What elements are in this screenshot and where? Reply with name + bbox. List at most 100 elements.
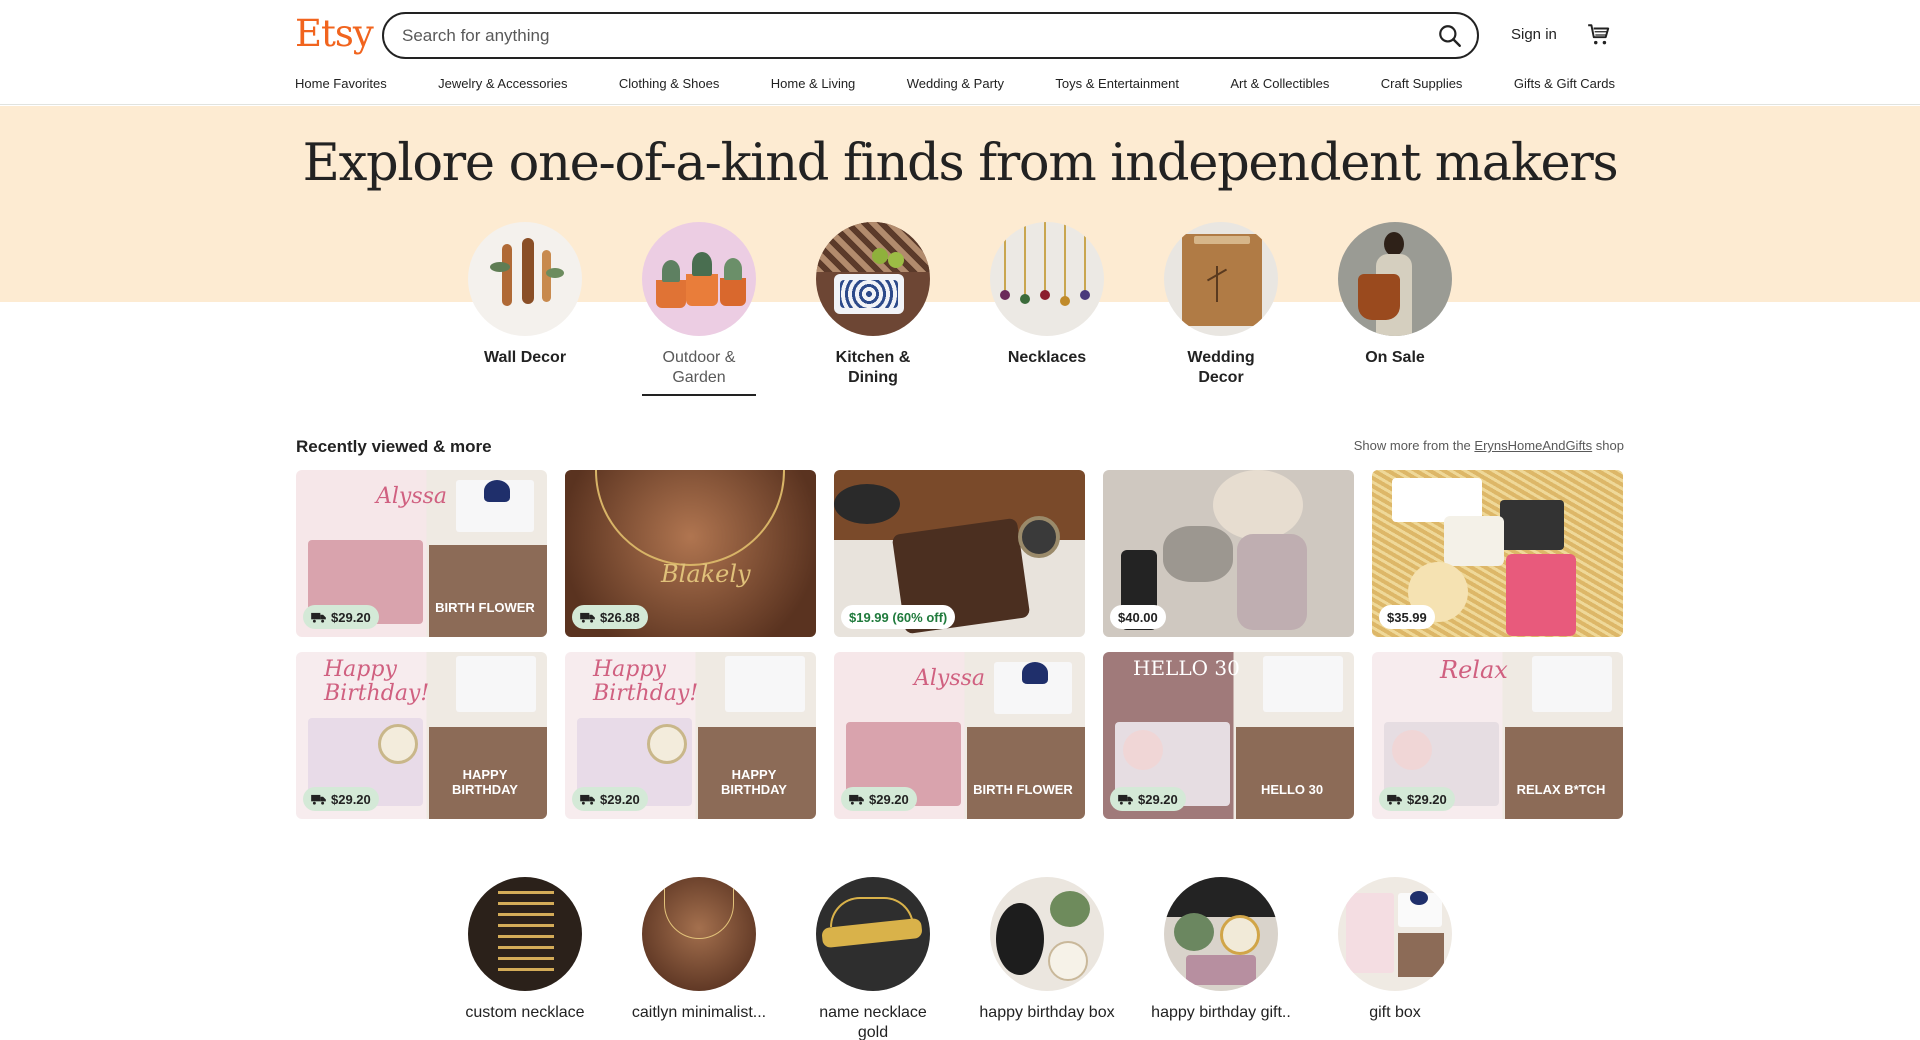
truck-icon <box>580 794 595 805</box>
search-circle-name-necklace-gold[interactable]: name necklace gold <box>803 877 943 1040</box>
happy-birthday-gift-image <box>1164 877 1278 991</box>
card-script-text: Relax <box>1440 656 1508 684</box>
listing-card[interactable]: Happy Birthday! HAPPY BIRTHDAY $29.20 <box>296 652 547 819</box>
search-label: happy birthday box <box>979 1004 1115 1021</box>
price-value: $35.99 <box>1387 609 1427 625</box>
category-wedding-decor[interactable]: Wedding Decor <box>1163 222 1279 388</box>
card-caption: HAPPY BIRTHDAY <box>721 767 787 797</box>
price-value: $29.20 <box>1138 791 1178 807</box>
happy-birthday-box-image <box>990 877 1104 991</box>
category-kitchen-dining[interactable]: Kitchen & Dining <box>815 222 931 388</box>
search-label: gift box <box>1369 1004 1421 1021</box>
category-outdoor-garden[interactable]: Outdoor & Garden <box>641 222 757 396</box>
active-underline <box>642 394 756 396</box>
card-caption: BIRTH FLOWER <box>435 600 535 615</box>
search-circle-custom-necklace[interactable]: custom necklace <box>455 877 595 1023</box>
nav-craft-supplies[interactable]: Craft Supplies <box>1381 76 1463 96</box>
nav-clothing-shoes[interactable]: Clothing & Shoes <box>619 76 719 96</box>
price-badge: $29.20 <box>1110 787 1186 811</box>
nav-gifts-gift-cards[interactable]: Gifts & Gift Cards <box>1514 76 1615 96</box>
category-label: Outdoor & Garden <box>662 349 736 386</box>
category-label: On Sale <box>1365 349 1425 366</box>
category-label: Kitchen & Dining <box>835 349 911 386</box>
price-badge: $26.88 <box>572 605 648 629</box>
category-label: Wall Decor <box>483 349 567 366</box>
shop-link[interactable]: ErynsHomeAndGifts <box>1474 438 1592 453</box>
price-badge: $40.00 <box>1110 605 1166 629</box>
truck-icon <box>1118 794 1133 805</box>
search-circle-caitlyn-minimalist[interactable]: caitlyn minimalist... <box>629 877 769 1023</box>
nav-home-living[interactable]: Home & Living <box>771 76 856 96</box>
price-value: $40.00 <box>1118 609 1158 625</box>
listing-card[interactable]: $40.00 <box>1103 470 1354 637</box>
on-sale-image <box>1338 222 1452 336</box>
search-bar[interactable] <box>382 12 1479 59</box>
listing-card[interactable]: Alyssa BIRTH FLOWER $29.20 <box>834 652 1085 819</box>
listing-card[interactable]: Relax RELAX B*TCH $29.20 <box>1372 652 1623 819</box>
listing-card[interactable]: Happy Birthday! HAPPY BIRTHDAY $29.20 <box>565 652 816 819</box>
price-badge: $29.20 <box>303 605 379 629</box>
listing-card[interactable]: Blakely $26.88 <box>565 470 816 637</box>
category-label: Necklaces <box>1007 349 1087 366</box>
listing-card[interactable]: HELLO 30 HELLO 30 $29.20 <box>1103 652 1354 819</box>
gift-box-image <box>1338 877 1452 991</box>
search-label: name necklace gold <box>819 1004 927 1040</box>
show-more-suffix: shop <box>1595 438 1624 453</box>
price-badge: $29.20 <box>1379 787 1455 811</box>
category-on-sale[interactable]: On Sale <box>1337 222 1453 368</box>
card-script-text: Happy Birthday! <box>593 657 699 706</box>
category-wall-decor[interactable]: Wall Decor <box>467 222 583 368</box>
card-script-text: Alyssa <box>376 484 448 509</box>
price-badge: $29.20 <box>303 787 379 811</box>
search-input[interactable] <box>402 25 1382 46</box>
price-value: $29.20 <box>600 791 640 807</box>
site-header: Etsy Sign in Home Favorites Jewelry & Ac… <box>0 0 1920 105</box>
price-value: $29.20 <box>331 791 371 807</box>
search-circle-happy-birthday-box[interactable]: happy birthday box <box>977 877 1117 1023</box>
card-caption: RELAX B*TCH <box>1516 782 1606 797</box>
truck-icon <box>1387 794 1402 805</box>
card-caption: HAPPY BIRTHDAY <box>452 767 518 797</box>
search-circle-gift-box[interactable]: gift box <box>1325 877 1465 1023</box>
nav-home-favorites[interactable]: Home Favorites <box>295 76 387 96</box>
truck-icon <box>849 794 864 805</box>
search-label: custom necklace <box>465 1004 585 1021</box>
show-more-shop: Show more from the ErynsHomeAndGifts sho… <box>1354 438 1624 453</box>
price-value: $26.88 <box>600 609 640 625</box>
wall-decor-image <box>468 222 582 336</box>
price-badge: $35.99 <box>1379 605 1435 629</box>
search-circle-happy-birthday-gift[interactable]: happy birthday gift.. <box>1151 877 1291 1023</box>
sign-in-link[interactable]: Sign in <box>1511 26 1557 43</box>
card-script-text: Alyssa <box>914 666 986 691</box>
shopping-cart-icon[interactable] <box>1586 22 1612 48</box>
card-script-text: Happy Birthday! <box>324 657 430 706</box>
nav-wedding-party[interactable]: Wedding & Party <box>907 76 1004 96</box>
search-label: happy birthday gift.. <box>1151 1004 1291 1021</box>
search-icon[interactable] <box>1437 23 1463 49</box>
category-necklaces[interactable]: Necklaces <box>989 222 1105 368</box>
listing-card[interactable]: $35.99 <box>1372 470 1623 637</box>
recently-viewed-title: Recently viewed & more <box>296 437 492 456</box>
necklaces-image <box>990 222 1104 336</box>
listing-card[interactable]: $19.99 (60% off) <box>834 470 1085 637</box>
price-badge: $29.20 <box>572 787 648 811</box>
wedding-decor-image <box>1164 222 1278 336</box>
truck-icon <box>311 794 326 805</box>
price-value: $29.20 <box>869 791 909 807</box>
nav-art-collectibles[interactable]: Art & Collectibles <box>1230 76 1329 96</box>
kitchen-dining-image <box>816 222 930 336</box>
search-label: caitlyn minimalist... <box>631 1004 767 1021</box>
truck-icon <box>311 612 326 623</box>
price-value: $29.20 <box>1407 791 1447 807</box>
custom-necklace-image <box>468 877 582 991</box>
listing-card[interactable]: Alyssa BIRTH FLOWER $29.20 <box>296 470 547 637</box>
outdoor-garden-image <box>642 222 756 336</box>
hero-title: Explore one-of-a-kind finds from indepen… <box>302 134 1619 193</box>
nav-toys-entertainment[interactable]: Toys & Entertainment <box>1055 76 1179 96</box>
etsy-logo[interactable]: Etsy <box>295 12 374 55</box>
truck-icon <box>580 612 595 623</box>
price-value: $19.99 (60% off) <box>849 609 948 625</box>
nav-jewelry-accessories[interactable]: Jewelry & Accessories <box>438 76 567 96</box>
category-label: Wedding Decor <box>1187 349 1255 386</box>
price-badge: $29.20 <box>841 787 917 811</box>
